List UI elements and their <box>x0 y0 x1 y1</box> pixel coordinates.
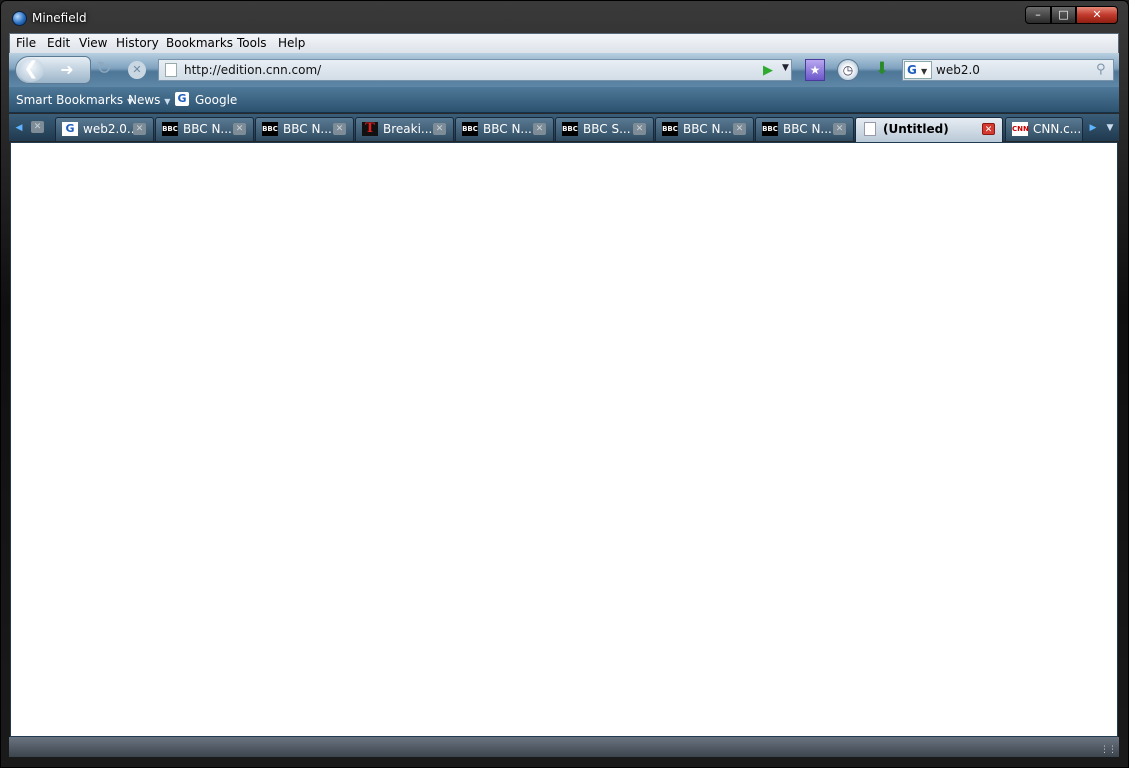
menu-edit[interactable]: Edit <box>47 36 70 50</box>
menu-file[interactable]: File <box>16 36 36 50</box>
cnn-icon: CNN <box>1012 122 1029 136</box>
url-bar[interactable]: http://edition.cnn.com/ ▶ ▼ <box>158 59 792 81</box>
stop-button[interactable]: ✕ <box>128 61 146 79</box>
forward-arrow-icon: ➜ <box>60 60 74 79</box>
tab-close-icon[interactable]: ✕ <box>333 123 346 135</box>
search-bar[interactable]: G ▼ web2.0 ⚲ <box>902 59 1114 81</box>
menu-history[interactable]: History <box>116 36 159 50</box>
forward-button[interactable]: ➜ <box>50 59 84 81</box>
tab-close-icon[interactable]: ✕ <box>733 123 746 135</box>
back-arrow-icon: ❮ <box>23 58 39 79</box>
url-input[interactable]: http://edition.cnn.com/ <box>184 63 321 77</box>
minefield-logo-icon <box>12 11 27 26</box>
tab[interactable]: BBC BBC N... ✕ <box>155 117 254 141</box>
tab-close-icon[interactable]: ✕ <box>633 123 646 135</box>
chevron-down-icon: ▼ <box>921 67 928 76</box>
chevron-down-icon: ▼ <box>164 97 171 106</box>
tab-close-icon[interactable]: ✕ <box>31 121 44 133</box>
bookmark-smart-bookmarks[interactable]: Smart Bookmarks ▼ <box>16 93 133 107</box>
search-icon[interactable]: ⚲ <box>1096 62 1106 77</box>
resize-grip-icon[interactable]: ⋮⋮ <box>1100 745 1117 755</box>
tab[interactable]: CNN CNN.c... <box>1005 117 1083 141</box>
tab-strip: ◀ ✕ G web2.0... ✕ BBC BBC N... ✕ BBC BBC… <box>9 114 1119 142</box>
menu-help[interactable]: Help <box>278 36 305 50</box>
reload-icon: ↻ <box>96 58 112 79</box>
bookmarks-toolbar: Smart Bookmarks ▼ News ▼ G Google <box>9 87 1119 113</box>
bbc-icon: BBC <box>162 122 178 136</box>
tab-close-icon[interactable]: ✕ <box>233 123 246 135</box>
tab[interactable]: BBC BBC N... ✕ <box>655 117 754 141</box>
page-icon <box>864 122 876 136</box>
tab[interactable]: BBC BBC N... ✕ <box>455 117 554 141</box>
bookmark-star-icon[interactable]: ★ <box>805 59 825 81</box>
reload-button[interactable]: ↻ <box>94 59 114 79</box>
navigation-toolbar: ❮ ➜ ↻ ✕ http://edition.cnn.com/ ▶ ▼ ★ ◷ … <box>9 53 1119 87</box>
tab-scroll-left-button[interactable]: ◀ <box>11 119 27 137</box>
google-icon: G <box>62 122 78 136</box>
tab-scroll-right-button[interactable]: ▶ <box>1085 119 1101 137</box>
tab-close-icon[interactable]: ✕ <box>433 123 446 135</box>
tab[interactable]: BBC BBC S... ✕ <box>555 117 654 141</box>
history-clock-icon[interactable]: ◷ <box>837 59 859 81</box>
tab-list-chevron-down-icon[interactable]: ▼ <box>1103 119 1117 137</box>
back-button[interactable]: ❮ <box>18 58 44 82</box>
bookmark-news[interactable]: News ▼ <box>128 93 170 107</box>
go-button[interactable]: ▶ <box>763 63 773 78</box>
menu-tools[interactable]: Tools <box>237 36 267 50</box>
status-bar: ⋮⋮ <box>9 737 1119 757</box>
tab[interactable]: G web2.0... ✕ <box>55 117 154 141</box>
search-engine-selector[interactable]: G ▼ <box>904 61 932 79</box>
url-history-dropdown[interactable]: ▼ <box>782 63 789 73</box>
bbc-icon: BBC <box>762 122 778 136</box>
bookmark-google[interactable]: Google <box>195 93 237 107</box>
menu-view[interactable]: View <box>79 36 107 50</box>
tab[interactable]: T Breaki... ✕ <box>355 117 454 141</box>
google-icon: G <box>175 92 189 106</box>
search-input[interactable]: web2.0 <box>936 63 980 77</box>
menu-bar: File Edit View History Bookmarks Tools H… <box>9 33 1119 53</box>
telegraph-icon: T <box>362 122 378 136</box>
back-forward-group: ❮ ➜ <box>15 56 91 84</box>
bbc-icon: BBC <box>262 122 278 136</box>
tab[interactable]: BBC BBC N... ✕ <box>255 117 354 141</box>
stop-icon: ✕ <box>132 63 142 76</box>
title-bar[interactable]: Minefield – □ ✕ <box>1 1 1128 33</box>
tab-close-icon[interactable]: ✕ <box>982 123 995 135</box>
page-icon <box>165 63 177 77</box>
download-icon[interactable]: ⬇ <box>870 58 894 82</box>
bbc-icon: BBC <box>662 122 678 136</box>
tab-close-icon[interactable]: ✕ <box>533 123 546 135</box>
tab-close-icon[interactable]: ✕ <box>833 123 846 135</box>
tab-selected[interactable]: (Untitled) ✕ <box>855 117 1003 142</box>
tab[interactable]: BBC BBC N... ✕ <box>755 117 854 141</box>
maximize-button[interactable]: □ <box>1051 6 1076 24</box>
page-content-area[interactable] <box>10 142 1118 737</box>
close-window-button[interactable]: ✕ <box>1076 6 1118 24</box>
browser-window: Minefield – □ ✕ File Edit View History B… <box>0 0 1129 768</box>
window-title: Minefield <box>32 11 87 25</box>
minimize-button[interactable]: – <box>1025 6 1051 24</box>
menu-bookmarks[interactable]: Bookmarks <box>166 36 233 50</box>
tab-close-icon[interactable]: ✕ <box>133 123 146 135</box>
bbc-icon: BBC <box>462 122 478 136</box>
bbc-icon: BBC <box>562 122 578 136</box>
